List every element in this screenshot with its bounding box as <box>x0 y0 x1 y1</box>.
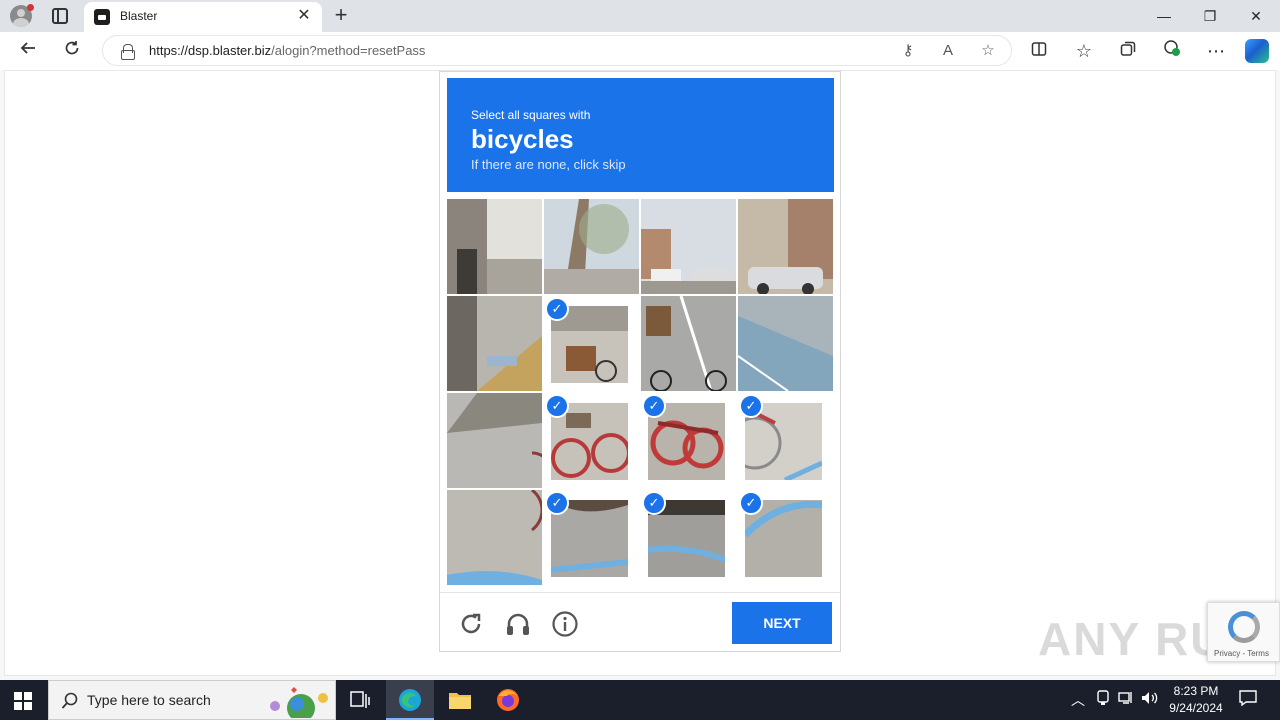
captcha-tile-7[interactable] <box>641 296 736 391</box>
favorite-star-icon[interactable]: ☆ <box>978 41 998 61</box>
tab-blaster[interactable]: Blaster ✕ <box>84 2 322 32</box>
captcha-tile-4[interactable] <box>738 199 833 294</box>
captcha-tile-8[interactable] <box>738 296 833 391</box>
reload-icon[interactable] <box>457 610 485 638</box>
windows-taskbar: Type here to search ︿ 8:23 PM 9/24/2024 <box>0 680 1280 720</box>
captcha-keyword: bicycles <box>471 124 574 154</box>
browser-tab-strip: Blaster ✕ + — ❐ ✕ <box>0 0 1280 32</box>
split-screen-icon[interactable] <box>1025 38 1053 64</box>
selected-check-icon: ✓ <box>545 394 569 418</box>
address-bar[interactable]: https://dsp.blaster.biz/alogin?method=re… <box>102 35 1012 66</box>
url-text[interactable]: https://dsp.blaster.biz/alogin?method=re… <box>149 43 425 58</box>
info-icon[interactable] <box>551 610 579 638</box>
collections-icon[interactable] <box>1114 38 1142 64</box>
selected-check-icon: ✓ <box>545 491 569 515</box>
captcha-grid: ✓ ✓ ✓ ✓ ✓ ✓ ✓ <box>447 199 834 586</box>
audio-challenge-icon[interactable] <box>504 610 532 638</box>
search-highlight-icon <box>270 687 328 718</box>
tab-actions-icon[interactable] <box>52 8 68 24</box>
selected-check-icon: ✓ <box>545 297 569 321</box>
firefox-icon[interactable] <box>484 680 532 720</box>
file-explorer-icon[interactable] <box>436 680 484 720</box>
tab-title: Blaster <box>120 9 158 23</box>
windows-start-icon[interactable] <box>14 692 32 710</box>
selected-check-icon: ✓ <box>739 394 763 418</box>
captcha-challenge: Select all squares with bicycles If ther… <box>439 71 841 652</box>
captcha-tile-15[interactable]: ✓ <box>641 490 736 585</box>
selected-check-icon: ✓ <box>739 491 763 515</box>
captcha-tile-3[interactable] <box>641 199 736 294</box>
captcha-tile-14[interactable]: ✓ <box>544 490 639 585</box>
more-menu-icon[interactable]: ⋯ <box>1202 38 1230 64</box>
new-tab-button[interactable]: + <box>330 4 352 28</box>
captcha-hint: If there are none, click skip <box>471 157 626 172</box>
selected-check-icon: ✓ <box>642 491 666 515</box>
clock-date: 9/24/2024 <box>1169 701 1223 715</box>
recaptcha-badge[interactable]: Privacy - Terms <box>1207 602 1280 662</box>
key-icon[interactable]: ⚷ <box>898 41 918 61</box>
lock-icon[interactable] <box>121 44 135 60</box>
blaster-favicon-icon <box>94 9 110 25</box>
selected-check-icon: ✓ <box>642 394 666 418</box>
volume-icon[interactable] <box>1140 690 1160 710</box>
captcha-tile-5[interactable] <box>447 296 542 391</box>
taskbar-clock[interactable]: 8:23 PM 9/24/2024 <box>1162 683 1230 717</box>
captcha-tile-16[interactable]: ✓ <box>738 490 833 585</box>
captcha-tile-12[interactable]: ✓ <box>738 393 833 488</box>
edge-taskbar-icon[interactable] <box>386 680 434 720</box>
captcha-instruction: Select all squares with <box>471 108 591 122</box>
refresh-icon[interactable] <box>58 38 86 64</box>
copilot-icon[interactable] <box>1245 39 1269 63</box>
tray-device-icon[interactable] <box>1093 690 1113 710</box>
captcha-tile-13[interactable] <box>447 490 542 585</box>
search-icon <box>61 692 78 709</box>
recaptcha-logo-icon <box>1228 611 1260 643</box>
captcha-tile-9[interactable] <box>447 393 542 488</box>
captcha-tile-6[interactable]: ✓ <box>544 296 639 391</box>
restore-button[interactable]: ❐ <box>1187 0 1233 32</box>
recaptcha-privacy-terms[interactable]: Privacy - Terms <box>1214 649 1269 658</box>
captcha-tile-2[interactable] <box>544 199 639 294</box>
taskbar-search-box[interactable]: Type here to search <box>48 680 336 720</box>
notifications-icon[interactable] <box>1238 690 1258 710</box>
captcha-tile-10[interactable]: ✓ <box>544 393 639 488</box>
show-hidden-icons-chevron-icon[interactable]: ︿ <box>1068 690 1088 710</box>
captcha-footer: NEXT <box>440 592 840 652</box>
close-window-button[interactable]: ✕ <box>1233 0 1279 32</box>
search-placeholder: Type here to search <box>87 692 211 708</box>
captcha-tile-11[interactable]: ✓ <box>641 393 736 488</box>
extensions-icon[interactable] <box>1158 38 1186 64</box>
notification-dot <box>27 4 34 11</box>
back-arrow-icon[interactable] <box>14 38 42 64</box>
captcha-tile-1[interactable] <box>447 199 542 294</box>
browser-toolbar: https://dsp.blaster.biz/alogin?method=re… <box>0 32 1280 70</box>
captcha-header: Select all squares with bicycles If ther… <box>447 78 834 192</box>
favorites-icon[interactable]: ☆ <box>1070 38 1098 64</box>
network-icon[interactable] <box>1116 690 1136 710</box>
clock-time: 8:23 PM <box>1173 684 1219 698</box>
task-view-icon[interactable] <box>336 680 384 720</box>
read-aloud-icon[interactable]: A <box>938 41 958 61</box>
minimize-button[interactable]: — <box>1141 0 1187 32</box>
tab-close-icon[interactable]: ✕ <box>294 6 314 26</box>
next-button[interactable]: NEXT <box>732 602 832 644</box>
